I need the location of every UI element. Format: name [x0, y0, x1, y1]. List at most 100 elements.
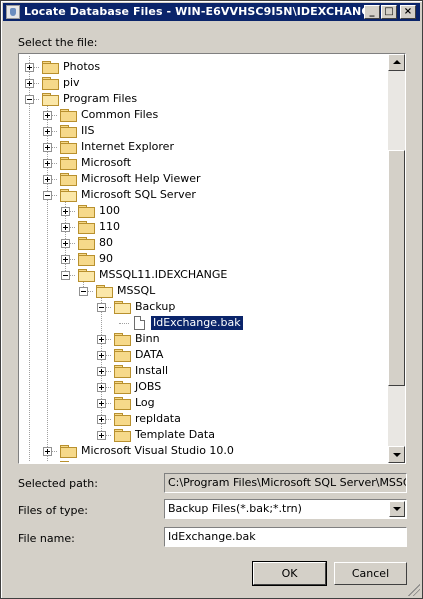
tree-folder-item[interactable]: 90: [20, 251, 388, 267]
tree-folder-item[interactable]: 80: [20, 235, 388, 251]
tree-item-label: Install: [135, 364, 169, 377]
folder-body: [114, 367, 131, 378]
folder-icon: [42, 61, 59, 74]
tree-folder-item[interactable]: Log: [20, 395, 388, 411]
folder-body: [78, 255, 95, 266]
tree-folder-item[interactable]: repldata: [20, 411, 388, 427]
collapse-minus-icon[interactable]: [25, 95, 34, 104]
title-bar[interactable]: Locate Database Files - WIN-E6VVHSC9I5N\…: [3, 3, 420, 21]
tree-folder-item[interactable]: Install: [20, 363, 388, 379]
scroll-up-button[interactable]: [388, 54, 405, 71]
tree-folder-item[interactable]: DATA: [20, 347, 388, 363]
scroll-thumb[interactable]: [388, 150, 405, 386]
dropdown-arrow-icon[interactable]: [389, 501, 405, 517]
file-name-input[interactable]: IdExchange.bak: [164, 527, 407, 547]
expand-plus-icon[interactable]: [43, 175, 52, 184]
folder-body: [60, 447, 77, 458]
expand-plus-icon[interactable]: [61, 223, 70, 232]
folder-icon: [114, 429, 131, 442]
folder-body: [42, 63, 59, 74]
minimize-button[interactable]: _: [364, 5, 380, 19]
folder-body: [60, 143, 77, 154]
tree-folder-item[interactable]: Microsoft Visual Studio 10.0: [20, 443, 388, 459]
tree-folder-item[interactable]: Photos: [20, 59, 388, 75]
expand-plus-icon[interactable]: [97, 383, 106, 392]
maximize-button[interactable]: □: [381, 5, 397, 19]
scroll-down-button[interactable]: [388, 446, 405, 463]
tree-folder-item[interactable]: Microsoft: [20, 155, 388, 171]
expand-plus-icon[interactable]: [43, 159, 52, 168]
tree-folder-item[interactable]: Program Files: [20, 91, 388, 107]
files-of-type-select[interactable]: Backup Files(*.bak;*.trn): [164, 499, 407, 519]
expand-plus-icon[interactable]: [25, 63, 34, 72]
expand-plus-icon[interactable]: [61, 207, 70, 216]
locate-database-files-dialog: Locate Database Files - WIN-E6VVHSC9I5N\…: [0, 0, 423, 599]
collapse-minus-icon[interactable]: [97, 303, 106, 312]
tree-item-label: Template Data: [135, 428, 215, 441]
expand-plus-icon[interactable]: [97, 367, 106, 376]
tree-folder-item[interactable]: Microsoft Help Viewer: [20, 171, 388, 187]
tree-folder-item[interactable]: Backup: [20, 299, 388, 315]
tree-item-label: Microsoft.NET: [79, 460, 158, 462]
expand-plus-icon[interactable]: [97, 335, 106, 344]
expand-plus-icon[interactable]: [61, 239, 70, 248]
expand-plus-icon[interactable]: [43, 447, 52, 456]
expand-plus-icon[interactable]: [25, 79, 34, 88]
resize-grip-icon[interactable]: [408, 584, 420, 596]
tree-folder-item[interactable]: JOBS: [20, 379, 388, 395]
select-file-label: Select the file:: [18, 36, 98, 49]
tree-folder-item[interactable]: Common Files: [20, 107, 388, 123]
expand-plus-icon[interactable]: [97, 415, 106, 424]
folder-icon: [60, 173, 77, 186]
folder-body: [60, 111, 77, 122]
tree-item-label: 110: [99, 220, 120, 233]
collapse-minus-icon[interactable]: [61, 271, 70, 280]
folder-body: [114, 383, 131, 394]
collapse-minus-icon[interactable]: [79, 287, 88, 296]
selected-path-label: Selected path:: [18, 477, 98, 490]
folder-icon: [78, 221, 95, 234]
tree-folder-item[interactable]: Binn: [20, 331, 388, 347]
expand-plus-icon[interactable]: [43, 143, 52, 152]
ok-button[interactable]: OK: [252, 561, 327, 586]
tree-folder-item[interactable]: 110: [20, 219, 388, 235]
tree-item-label: Log: [135, 396, 155, 409]
expand-plus-icon[interactable]: [97, 399, 106, 408]
tree-item-label: Common Files: [81, 108, 159, 121]
folder-body: [42, 95, 59, 106]
tree-folder-item[interactable]: MSSQL11.IDEXCHANGE: [20, 267, 388, 283]
folder-body: [78, 207, 95, 218]
expand-plus-icon[interactable]: [61, 255, 70, 264]
tree-folder-item[interactable]: 100: [20, 203, 388, 219]
tree-item-label: MSSQL11.IDEXCHANGE: [99, 268, 228, 281]
folder-icon: [60, 141, 77, 154]
folder-body: [60, 191, 77, 202]
tree-folder-item[interactable]: MSSQL: [20, 283, 388, 299]
tree-folder-item[interactable]: piv: [20, 75, 388, 91]
file-tree-content: Photos piv Program Files Common Files IIS Int…: [20, 55, 388, 462]
folder-body: [60, 175, 77, 186]
expand-plus-icon[interactable]: [97, 351, 106, 360]
file-tree[interactable]: Photos piv Program Files Common Files IIS Int…: [18, 53, 406, 464]
tree-folder-item[interactable]: IIS: [20, 123, 388, 139]
collapse-minus-icon[interactable]: [43, 191, 52, 200]
tree-folder-item[interactable]: Internet Explorer: [20, 139, 388, 155]
tree-item-label: Microsoft SQL Server: [81, 188, 196, 201]
expand-plus-icon[interactable]: [43, 127, 52, 136]
tree-folder-item[interactable]: Microsoft.NET: [20, 459, 388, 462]
expand-plus-icon[interactable]: [97, 431, 106, 440]
vertical-scrollbar[interactable]: [388, 54, 405, 463]
folder-icon: [60, 157, 77, 170]
close-button[interactable]: ×: [400, 5, 416, 19]
folder-open-icon: [96, 285, 113, 298]
app-icon: [6, 5, 20, 19]
folder-icon: [78, 237, 95, 250]
tree-folder-item[interactable]: Template Data: [20, 427, 388, 443]
tree-folder-item[interactable]: Microsoft SQL Server: [20, 187, 388, 203]
tree-file-item[interactable]: IdExchange.bak: [20, 315, 388, 331]
tree-item-label: Backup: [135, 300, 176, 313]
folder-tab: [60, 461, 69, 462]
expand-plus-icon[interactable]: [43, 111, 52, 120]
folder-open-icon: [60, 189, 77, 202]
cancel-button[interactable]: Cancel: [334, 562, 407, 585]
